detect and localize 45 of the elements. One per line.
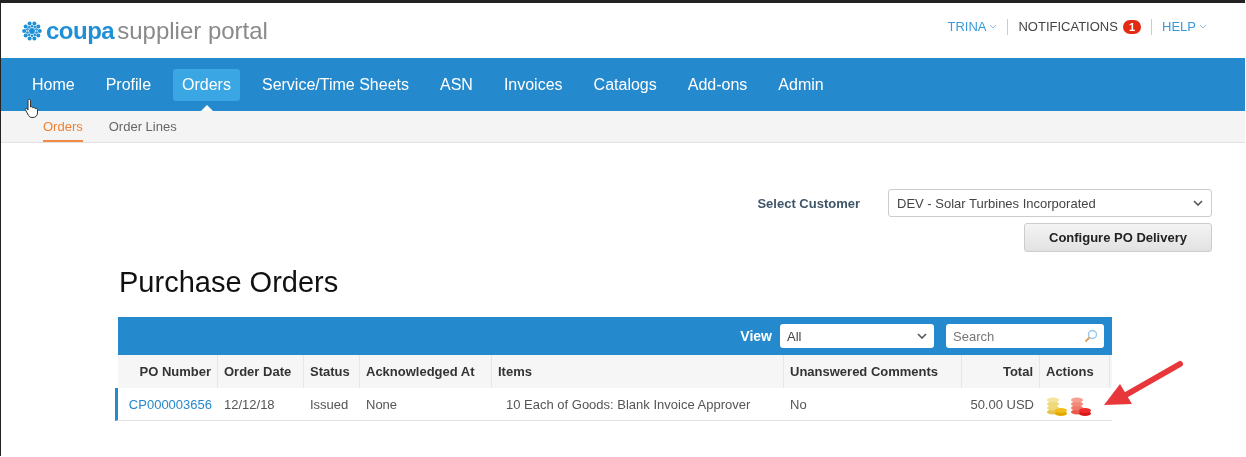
notifications-link[interactable]: NOTIFICATIONS	[1018, 19, 1118, 34]
column-header: Total	[1002, 364, 1033, 379]
customer-select[interactable]: DEV - Solar Turbines Incorporated	[888, 189, 1212, 217]
nav-tab[interactable]: Profile	[96, 68, 161, 101]
nav-tab[interactable]: Catalogs	[584, 68, 666, 101]
view-select[interactable]: All	[780, 324, 934, 348]
column-header: Items	[498, 364, 532, 379]
notification-count: 1	[1122, 19, 1142, 34]
table-cell: No	[790, 396, 807, 412]
nav-tab[interactable]: Home	[23, 68, 84, 101]
logo-icon	[21, 19, 43, 42]
logo-product: supplier portal	[117, 16, 268, 45]
menu-link[interactable]: HELP	[1162, 19, 1207, 34]
nav-tab[interactable]: Invoices	[494, 68, 572, 101]
search-icon	[1084, 329, 1098, 343]
column-header: Order Date	[224, 364, 292, 379]
table-cell: None	[366, 396, 398, 412]
table-cell: Issued	[310, 396, 349, 412]
chevron-icon	[1193, 200, 1203, 206]
sub-tab[interactable]: Orders	[43, 119, 83, 142]
customer-label: Select Customer	[757, 195, 860, 211]
chevron-icon	[1199, 24, 1207, 29]
page-title: Purchase Orders	[119, 266, 340, 299]
nav-tab[interactable]: ASN	[430, 68, 482, 101]
column-header: Acknowledged At	[366, 364, 475, 379]
table-cell: 50.00 USD	[970, 396, 1034, 412]
column-header: Status	[310, 364, 350, 379]
menu-link[interactable]: TRINA	[947, 19, 998, 34]
table-cell: 10 Each of Goods: Blank Invoice Approver	[506, 396, 751, 412]
view-label: View	[740, 328, 772, 344]
logo-brand: coupa	[46, 16, 115, 45]
nav-tab[interactable]: Add-ons	[678, 68, 757, 101]
search-field[interactable]: Search	[946, 324, 1104, 348]
column-header: Actions	[1046, 364, 1094, 379]
configure-button[interactable]: Configure PO Delivery	[1024, 223, 1212, 252]
po-number-link[interactable]: CP000003656	[128, 396, 212, 412]
sub-tab[interactable]: Order Lines	[108, 119, 177, 142]
coins-icon[interactable]	[1070, 397, 1092, 417]
chevron-icon	[917, 333, 927, 339]
chevron-icon	[989, 24, 998, 29]
nav-tab[interactable]: Admin	[769, 68, 833, 101]
nav-tab[interactable]: Service/Time Sheets	[252, 68, 418, 101]
column-header: PO Number	[139, 364, 211, 379]
column-header: Unanswered Comments	[790, 364, 939, 379]
table-cell: 12/12/18	[224, 396, 275, 412]
